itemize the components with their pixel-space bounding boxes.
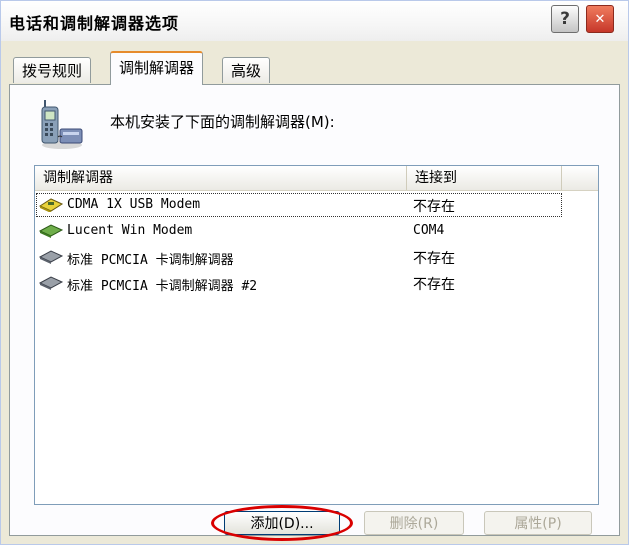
remove-button[interactable]: 删除(R) [364,511,464,535]
modem-icon [39,250,63,264]
modem-name: 标准 PCMCIA 卡调制解调器 [67,253,234,268]
title-bar[interactable]: 电话和调制解调器选项 ? ✕ [1,1,628,41]
list-header: 调制解调器 连接到 [35,166,598,191]
table-row[interactable]: Lucent Win Modem COM4 [35,218,598,244]
properties-button[interactable]: 属性(P) [484,511,592,535]
modem-port: 不存在 [413,251,455,267]
modem-description: 本机安装了下面的调制解调器(M): [110,113,335,131]
modem-icon [39,224,63,238]
modem-port: 不存在 [413,277,455,293]
close-icon: ✕ [594,11,606,27]
tab-modems[interactable]: 调制解调器 [110,51,204,85]
phone-modem-icon [41,100,83,149]
modem-name: CDMA 1X USB Modem [67,197,201,212]
modem-port: 不存在 [413,199,455,215]
highlight-annotation [211,505,353,541]
tab-label: 调制解调器 [119,59,195,77]
modem-port: COM4 [413,223,445,238]
dialog-window: 电话和调制解调器选项 ? ✕ 拨号规则 调制解调器 高级 本机安装了下面的调制解… [0,0,629,545]
modem-name: 标准 PCMCIA 卡调制解调器 #2 [67,279,258,294]
modem-icon [39,276,63,290]
usb-modem-icon [39,198,63,212]
column-header-attached-to[interactable]: 连接到 [407,166,562,190]
tab-label: 高级 [231,62,262,80]
table-row[interactable]: CDMA 1X USB Modem 不存在 [35,192,563,218]
window-title: 电话和调制解调器选项 [9,14,180,33]
close-button[interactable]: ✕ [586,5,614,33]
tab-panel: 本机安装了下面的调制解调器(M): 调制解调器 连接到 CDMA 1X USB … [9,84,620,541]
tab-advanced[interactable]: 高级 [222,57,271,83]
table-row[interactable]: 标准 PCMCIA 卡调制解调器 不存在 [35,244,598,270]
modem-list[interactable]: 调制解调器 连接到 CDMA 1X USB Modem 不存在 Lucent W… [34,165,599,505]
column-header-modem[interactable]: 调制解调器 [35,166,407,190]
help-button[interactable]: ? [551,5,579,33]
tab-strip: 拨号规则 调制解调器 高级 [9,51,609,85]
tab-label: 拨号规则 [22,62,83,80]
tab-dialing-rules[interactable]: 拨号规则 [13,57,92,83]
table-row[interactable]: 标准 PCMCIA 卡调制解调器 #2 不存在 [35,270,598,296]
help-icon: ? [560,9,570,29]
list-rows: CDMA 1X USB Modem 不存在 Lucent Win Modem C… [35,192,598,296]
modem-name: Lucent Win Modem [67,223,193,238]
